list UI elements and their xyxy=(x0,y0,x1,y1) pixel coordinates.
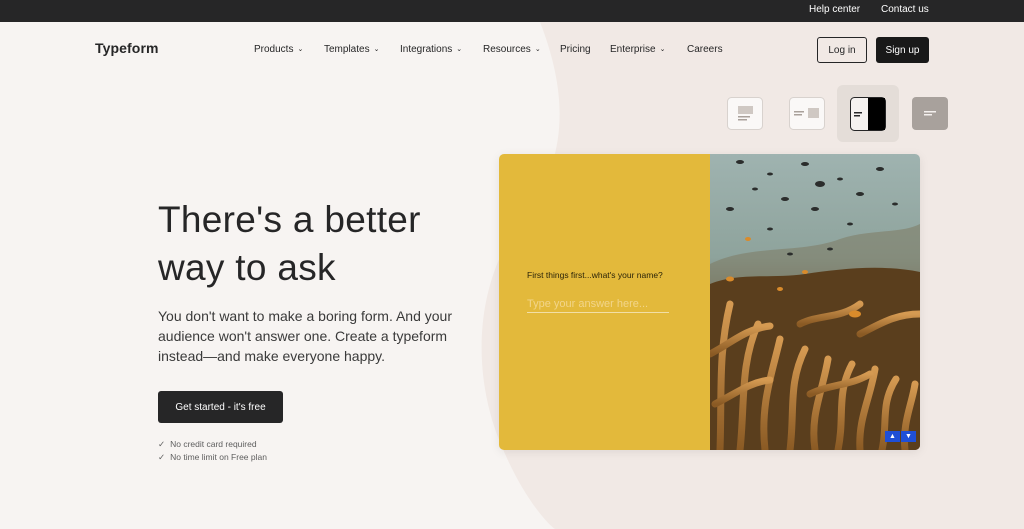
nav-label: Resources xyxy=(483,44,531,55)
nav-resources[interactable]: Resources ⌄ xyxy=(483,44,541,55)
contact-us-link[interactable]: Contact us xyxy=(881,4,929,15)
chevron-down-icon: ⌄ xyxy=(297,46,304,53)
form-question-panel: First things first...what's your name? xyxy=(499,154,710,450)
nav-label: Enterprise xyxy=(610,44,656,55)
chevron-down-icon: ⌄ xyxy=(534,46,541,53)
nav-careers[interactable]: Careers xyxy=(687,44,723,55)
hero-title: There's a better way to ask xyxy=(158,199,421,288)
nav-enterprise[interactable]: Enterprise ⌄ xyxy=(610,44,665,55)
signup-button[interactable]: Sign up xyxy=(876,37,929,63)
chevron-down-icon: ⌄ xyxy=(659,46,666,53)
nav-integrations[interactable]: Integrations ⌄ xyxy=(400,44,462,55)
nav-label: Careers xyxy=(687,44,723,55)
checkmark-icon: ✓ xyxy=(158,452,166,462)
nav-pricing[interactable]: Pricing xyxy=(560,44,591,55)
help-center-link[interactable]: Help center xyxy=(809,4,860,15)
checkmark-icon: ✓ xyxy=(158,439,166,449)
arrow-down-icon[interactable]: ▼ xyxy=(901,431,916,442)
nav-label: Integrations xyxy=(400,44,453,55)
utility-bar: Help center Contact us xyxy=(0,0,1024,22)
nav-label: Templates xyxy=(324,44,370,55)
layout-split-small-icon[interactable] xyxy=(789,97,825,130)
check-item: ✓ No time limit on Free plan xyxy=(158,452,267,463)
form-question: First things first...what's your name? xyxy=(527,270,663,280)
arrow-up-icon[interactable]: ▲ xyxy=(885,431,900,442)
layout-wallpaper-icon[interactable] xyxy=(912,97,948,130)
form-preview-card: First things first...what's your name? T… xyxy=(499,154,920,450)
chevron-down-icon: ⌄ xyxy=(456,46,463,53)
nav-label: Products xyxy=(254,44,294,55)
get-started-button[interactable]: Get started - it's free xyxy=(158,391,283,423)
hero-subtitle: You don't want to make a boring form. An… xyxy=(158,308,452,364)
nav-label: Pricing xyxy=(560,44,591,55)
layout-split-icon[interactable] xyxy=(837,85,899,142)
check-label: No credit card required xyxy=(170,439,257,449)
login-button[interactable]: Log in xyxy=(817,37,867,63)
nav-templates[interactable]: Templates ⌄ xyxy=(324,44,379,55)
chevron-down-icon: ⌄ xyxy=(373,46,380,53)
typeform-logo[interactable]: Typeform xyxy=(95,40,159,56)
nav-products[interactable]: Products ⌄ xyxy=(254,44,303,55)
answer-input[interactable] xyxy=(527,295,669,313)
layout-stack-icon[interactable] xyxy=(727,97,763,130)
coral-reef-image xyxy=(710,154,920,450)
check-item: ✓ No credit card required xyxy=(158,439,257,450)
form-nav-arrows: ▲ ▼ xyxy=(885,431,916,442)
check-label: No time limit on Free plan xyxy=(170,452,267,462)
